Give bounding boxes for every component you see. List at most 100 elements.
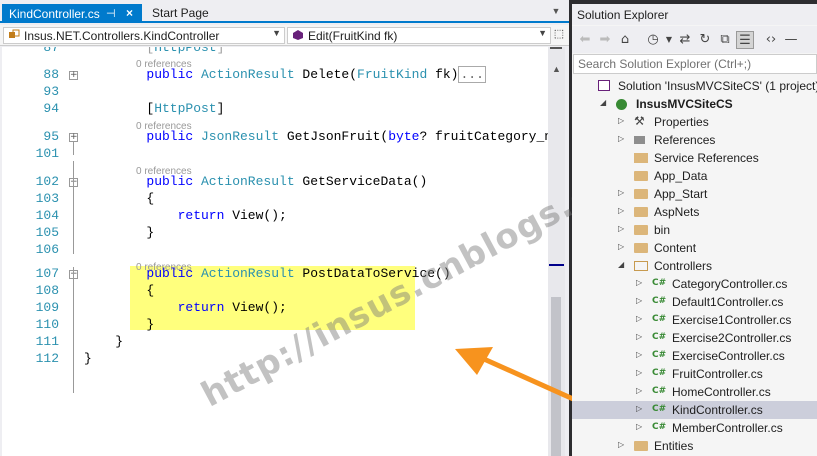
expand-arrow-icon[interactable]: ▷ bbox=[636, 332, 642, 341]
csharp-file-icon: C# bbox=[652, 350, 667, 360]
tree-node-exercise2controller-cs[interactable]: ▷ C# Exercise2Controller.cs bbox=[572, 329, 817, 347]
expand-arrow-icon[interactable]: ▷ bbox=[636, 350, 642, 359]
member-dropdown[interactable]: Edit(FruitKind fk) ▼ bbox=[287, 27, 551, 44]
tree-node-exercise1controller-cs[interactable]: ▷ C# Exercise1Controller.cs bbox=[572, 311, 817, 329]
code-line: 94 [HttpPost] bbox=[2, 101, 548, 118]
split-handle[interactable] bbox=[550, 47, 562, 49]
tree-node-homecontroller-cs[interactable]: ▷ C# HomeController.cs bbox=[572, 383, 817, 401]
tree-node-label: App_Data bbox=[654, 169, 708, 183]
class-dropdown[interactable]: Insus.NET.Controllers.KindController ▼ bbox=[3, 27, 285, 44]
tree-node-app-start[interactable]: ▷ App_Start bbox=[572, 185, 817, 203]
tree-node-kindcontroller-cs[interactable]: ▷ C# KindController.cs bbox=[572, 401, 817, 419]
line-number: 103 bbox=[35, 191, 59, 206]
expand-outline-icon[interactable]: + bbox=[69, 133, 78, 142]
line-number: 107 bbox=[35, 266, 59, 281]
tree-node-label: ExerciseController.cs bbox=[672, 349, 785, 363]
tree-node-default1controller-cs[interactable]: ▷ C# Default1Controller.cs bbox=[572, 293, 817, 311]
expand-arrow-icon[interactable]: ▷ bbox=[618, 206, 624, 215]
solution-explorer-search-input[interactable]: Search Solution Explorer (Ctrl+;) bbox=[573, 54, 817, 74]
expand-arrow-icon[interactable]: ▷ bbox=[618, 242, 624, 251]
home-icon[interactable]: ⌂ bbox=[616, 31, 634, 49]
show-all-files-icon[interactable]: ☰ bbox=[736, 31, 754, 49]
expand-arrow-icon[interactable]: ▷ bbox=[636, 422, 642, 431]
expand-arrow-icon[interactable]: ▷ bbox=[618, 134, 624, 143]
tree-node-bin[interactable]: ▷ bin bbox=[572, 221, 817, 239]
line-number: 101 bbox=[35, 146, 59, 161]
class-dropdown-value: Insus.NET.Controllers.KindController bbox=[24, 29, 220, 43]
expand-arrow-icon[interactable]: ▷ bbox=[636, 386, 642, 395]
code-line: 88 + public ActionResult Delete(FruitKind … bbox=[2, 66, 548, 84]
folder-icon bbox=[634, 189, 648, 199]
expand-arrow-icon[interactable]: ▷ bbox=[618, 188, 624, 197]
tree-node-aspnets[interactable]: ▷ AspNets bbox=[572, 203, 817, 221]
tab-kindcontroller[interactable]: KindController.cs ⊣ × bbox=[2, 4, 142, 23]
caret-position-marker bbox=[549, 264, 564, 266]
method-icon bbox=[293, 30, 303, 40]
collapse-arrow-icon[interactable]: ◢ bbox=[600, 98, 606, 107]
line-number: 93 bbox=[43, 84, 59, 99]
tab-overflow-dropdown-icon[interactable]: ▼ bbox=[549, 6, 563, 20]
tree-node-label: App_Start bbox=[654, 187, 708, 201]
references-icon bbox=[634, 136, 645, 144]
line-number: 109 bbox=[35, 300, 59, 315]
refresh-icon[interactable]: ↻ bbox=[696, 31, 714, 49]
folder-icon bbox=[634, 441, 648, 451]
expand-arrow-icon[interactable]: ▷ bbox=[618, 440, 624, 449]
tree-node-app-data[interactable]: App_Data bbox=[572, 167, 817, 185]
tree-node-categorycontroller-cs[interactable]: ▷ C# CategoryController.cs bbox=[572, 275, 817, 293]
back-icon[interactable]: ⬅ bbox=[576, 31, 594, 49]
tree-node-properties[interactable]: ▷ ⚒ Properties bbox=[572, 113, 817, 131]
csharp-file-icon: C# bbox=[652, 368, 667, 378]
folder-icon bbox=[634, 171, 648, 181]
expand-arrow-icon[interactable]: ▷ bbox=[636, 404, 642, 413]
expand-arrow-icon[interactable]: ▷ bbox=[618, 116, 624, 125]
split-window-icon[interactable]: ⬚ bbox=[552, 27, 566, 44]
outline-guide bbox=[73, 142, 74, 155]
expand-arrow-icon[interactable]: ▷ bbox=[636, 296, 642, 305]
forward-icon[interactable]: ➡ bbox=[596, 31, 614, 49]
tree-node-exercisecontroller-cs[interactable]: ▷ C# ExerciseController.cs bbox=[572, 347, 817, 365]
tree-node-label: Properties bbox=[654, 115, 709, 129]
view-code-icon[interactable]: ‹› bbox=[762, 31, 780, 49]
properties-icon[interactable]: — bbox=[782, 31, 800, 49]
code-text: public JsonResult GetJsonFruit(byte? fru… bbox=[146, 129, 548, 144]
tree-node-insusmvcsitecs[interactable]: ◢ InsusMVCSiteCS bbox=[572, 95, 817, 113]
csharp-file-icon: C# bbox=[652, 296, 667, 306]
line-number: 108 bbox=[35, 283, 59, 298]
expand-arrow-icon[interactable]: ▷ bbox=[636, 368, 642, 377]
tree-node-fruitcontroller-cs[interactable]: ▷ C# FruitController.cs bbox=[572, 365, 817, 383]
expand-arrow-icon[interactable]: ▷ bbox=[636, 314, 642, 323]
pin-icon[interactable]: ⊣ bbox=[106, 7, 116, 20]
code-line: 101 bbox=[2, 146, 548, 163]
line-number: 105 bbox=[35, 225, 59, 240]
expand-arrow-icon[interactable]: ▷ bbox=[636, 278, 642, 287]
tree-node-controllers[interactable]: ◢ Controllers bbox=[572, 257, 817, 275]
collapse-all-icon[interactable]: ⧉ bbox=[716, 31, 734, 49]
chevron-down-icon: ▼ bbox=[538, 28, 547, 38]
close-icon[interactable]: × bbox=[126, 6, 133, 20]
outline-guide bbox=[73, 290, 74, 341]
tree-node-solution-insusmvcsitecs-1-project[interactable]: Solution 'InsusMVCSiteCS' (1 project) bbox=[572, 77, 817, 95]
tree-node-label: CategoryController.cs bbox=[672, 277, 788, 291]
tree-node-references[interactable]: ▷ References bbox=[572, 131, 817, 149]
code-line: 95 + public JsonResult GetJsonFruit(byte? … bbox=[2, 129, 548, 146]
document-tab-bar: KindController.cs ⊣ × Start Page ▼ bbox=[0, 0, 569, 23]
tree-node-content[interactable]: ▷ Content bbox=[572, 239, 817, 257]
folder-open-icon bbox=[634, 261, 648, 271]
code-text: [HttpPost] bbox=[146, 47, 225, 55]
expand-outline-icon[interactable]: + bbox=[69, 71, 78, 80]
code-text: } bbox=[84, 351, 92, 366]
scroll-up-icon[interactable]: ▲ bbox=[552, 64, 561, 74]
tree-node-label: Controllers bbox=[654, 259, 713, 273]
web-project-icon bbox=[616, 99, 627, 110]
tree-node-entities[interactable]: ▷ Entities bbox=[572, 437, 817, 455]
tree-node-label: InsusMVCSiteCS bbox=[636, 97, 733, 111]
tab-start-page[interactable]: Start Page bbox=[146, 4, 215, 23]
expand-arrow-icon[interactable]: ▷ bbox=[618, 224, 624, 233]
tree-node-service-references[interactable]: Service References bbox=[572, 149, 817, 167]
tree-node-membercontroller-cs[interactable]: ▷ C# MemberController.cs bbox=[572, 419, 817, 437]
line-number: 104 bbox=[35, 208, 59, 223]
csharp-file-icon: C# bbox=[652, 332, 667, 342]
collapse-arrow-icon[interactable]: ◢ bbox=[618, 260, 624, 269]
sync-icon[interactable]: ⇄ bbox=[676, 31, 694, 49]
